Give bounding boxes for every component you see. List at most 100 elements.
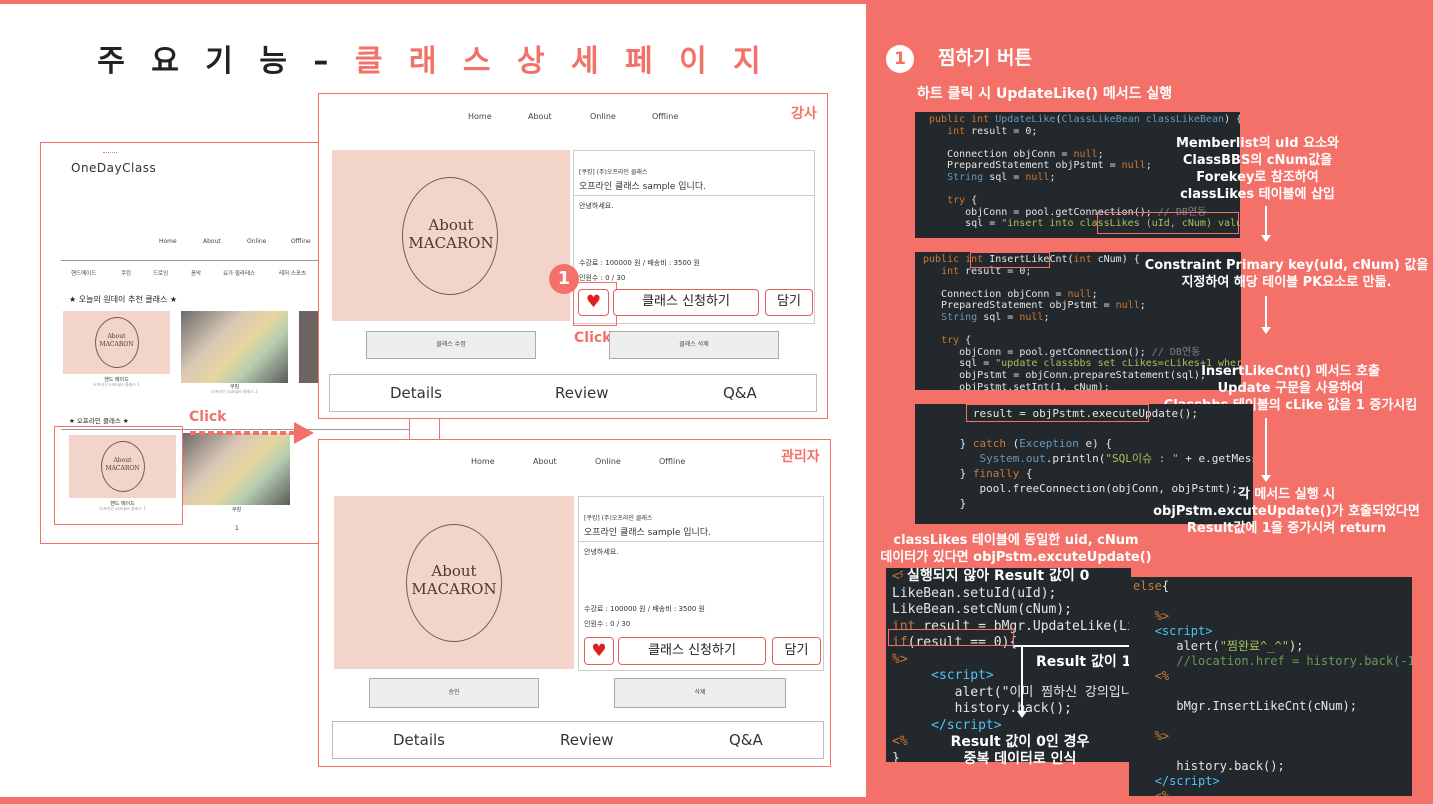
arrow-down [1262, 206, 1270, 242]
code-jsp-else: else{ %> <script> alert("찜완료^_^"); //loc… [1129, 577, 1412, 796]
divider [579, 541, 823, 542]
list-item-sub: 오프라인 sample 클래스 2 [211, 389, 258, 394]
nav-about[interactable]: About [533, 457, 557, 466]
tab-review[interactable]: Review [560, 731, 614, 749]
add-to-cart-button[interactable]: 담기 [765, 289, 813, 316]
class-image: About MACARON [332, 150, 570, 321]
note-memberlist: Memberlist의 uId 요소와 ClassBBS의 cNum값을 For… [1140, 135, 1375, 203]
logo-line1: About [431, 562, 477, 580]
list-item-title: 쿠킹 [231, 507, 242, 513]
nav-offline[interactable]: Offline [659, 457, 685, 466]
section-badge: 1 [886, 45, 914, 73]
note-not-executed: 실행되지 않아 Result 값이 0 [903, 568, 1094, 585]
apply-class-button[interactable]: 클래스 신청하기 [618, 637, 766, 665]
click-label: Click [574, 330, 612, 346]
note-line: Constraint Primary key(uId, cNum) 값을 [1144, 258, 1429, 273]
tab-qa[interactable]: Q&A [729, 731, 763, 749]
menu-item[interactable]: 음악 [191, 269, 201, 277]
apply-class-button[interactable]: 클래스 신청하기 [613, 289, 759, 316]
note-line: InsertLikeCnt() 메서드 호출 [1201, 364, 1380, 379]
remove-button[interactable]: 삭제 [614, 678, 786, 708]
admin-detail-page: Home About Online Offline 관리자 About MACA… [318, 439, 831, 767]
role-admin: 관리자 [781, 449, 820, 465]
nav-about[interactable]: About [203, 238, 221, 245]
role-instructor: 강사 [791, 106, 817, 122]
title-highlight: 클 래 스 상 세 페 이 지 [354, 44, 769, 79]
tab-review[interactable]: Review [555, 384, 609, 402]
class-name: 오프라인 클래스 sample 입니다. [579, 182, 706, 192]
section-subtitle: 하트 클릭 시 UpdateLike() 메서드 실행 [917, 86, 1173, 102]
note-constraint: Constraint Primary key(uId, cNum) 값을 지정하… [1140, 257, 1433, 291]
logo-line2: MACARON [408, 234, 494, 252]
class-capacity: 인원수 : 0 / 30 [584, 620, 631, 628]
arrow-down [1262, 296, 1270, 334]
note-line: Update 구문을 사용하여 [1217, 381, 1364, 396]
menu-item[interactable]: 핸드메이드 [71, 269, 96, 277]
highlight-box [970, 252, 1050, 268]
nav-online[interactable]: Online [595, 457, 621, 466]
note-line: ClassBBS의 cNum값을 [1182, 153, 1333, 168]
brand-mark [103, 152, 117, 155]
page-title: 주 요 기 능 – 클 래 스 상 세 페 이 지 [0, 36, 866, 80]
section-title: 찜하기 버튼 [938, 47, 1033, 69]
note-line: Result값에 1을 증가시켜 return [1186, 521, 1387, 536]
nav-online[interactable]: Online [247, 238, 266, 245]
highlight-box [1097, 212, 1239, 234]
delete-class-button[interactable]: 클래스 삭제 [609, 331, 779, 359]
macaron-photo[interactable] [181, 311, 288, 383]
nav-online[interactable]: Online [590, 112, 616, 121]
nav-home[interactable]: Home [468, 112, 492, 121]
logo-line1: About [107, 333, 126, 340]
connector-line [439, 419, 440, 439]
arrow-head [294, 422, 314, 444]
add-to-cart-button[interactable]: 담기 [772, 637, 821, 665]
class-greeting: 안녕하세요. [579, 202, 614, 210]
class-category: [쿠킹] (주)오프라인 클래스 [579, 169, 648, 176]
nav-offline[interactable]: Offline [291, 238, 311, 245]
nav-offline[interactable]: Offline [652, 112, 678, 121]
menu-item[interactable]: 레저·스포츠 [279, 269, 306, 277]
arrow-down [1018, 646, 1026, 718]
note-line: classLikes 테이블에 동일한 uid, cNum [893, 533, 1139, 548]
nav-about[interactable]: About [528, 112, 552, 121]
note-line: 지정하여 해당 테이블 PK요소로 만듦. [1181, 275, 1392, 290]
section-offline: ★ 오프라인 클래스 ★ [69, 417, 129, 425]
note-line: Memberlist의 uId 요소와 [1176, 136, 1339, 151]
list-thumb-1[interactable]: About MACARON [63, 311, 170, 374]
nav-home[interactable]: Home [159, 238, 177, 245]
section-recommend: ★ 오늘의 원데이 추천 클래스 ★ [69, 295, 178, 304]
class-image: About MACARON [334, 496, 574, 669]
page-number[interactable]: 1 [235, 525, 239, 532]
class-name: 오프라인 클래스 sample 입니다. [584, 528, 711, 538]
title-main: 주 요 기 능 – [97, 44, 355, 79]
class-greeting: 안녕하세요. [584, 548, 619, 556]
tab-details[interactable]: Details [393, 731, 445, 749]
note-line: objPstm.excuteUpdate()가 호출되었다면 [1153, 504, 1420, 519]
like-heart-button[interactable]: ♥ [578, 289, 609, 316]
highlight-box [888, 629, 1014, 646]
note-line: Forekey로 참조하여 [1196, 170, 1319, 185]
tab-details[interactable]: Details [390, 384, 442, 402]
edit-class-button[interactable]: 클래스 수정 [366, 331, 536, 359]
note-line: Result 값이 0인 경우 [950, 734, 1090, 750]
class-price: 수강료 : 100000 원 / 배송비 : 3500 원 [579, 259, 700, 267]
like-heart-button[interactable]: ♥ [584, 637, 614, 665]
tab-qa[interactable]: Q&A [723, 384, 757, 402]
logo-line2: MACARON [99, 341, 134, 348]
note-result-zero: Result 값이 0인 경우 중복 데이터로 인식 [940, 734, 1100, 768]
menu-item[interactable]: 드로잉 [153, 269, 168, 277]
menu-item[interactable]: 요가·필라테스 [223, 269, 255, 277]
logo-line1: About [428, 216, 474, 234]
list-item-sub: 오프라인 sample 클래스 1 [93, 382, 140, 387]
highlight-box [966, 404, 1149, 422]
note-duplicate: classLikes 테이블에 동일한 uid, cNum 데이터가 있다면 o… [866, 532, 1166, 566]
menu-item[interactable]: 쿠킹 [121, 269, 131, 277]
detail-tabs: Details Review Q&A [332, 721, 824, 759]
click-label: Click [189, 409, 227, 425]
click-highlight-box [54, 426, 183, 525]
arrow-down [1262, 418, 1270, 482]
approve-button[interactable]: 승인 [369, 678, 539, 708]
instructor-detail-page: Home About Online Offline 강사 About MACAR… [318, 93, 828, 419]
macaron-photo[interactable] [183, 433, 290, 505]
nav-home[interactable]: Home [471, 457, 495, 466]
